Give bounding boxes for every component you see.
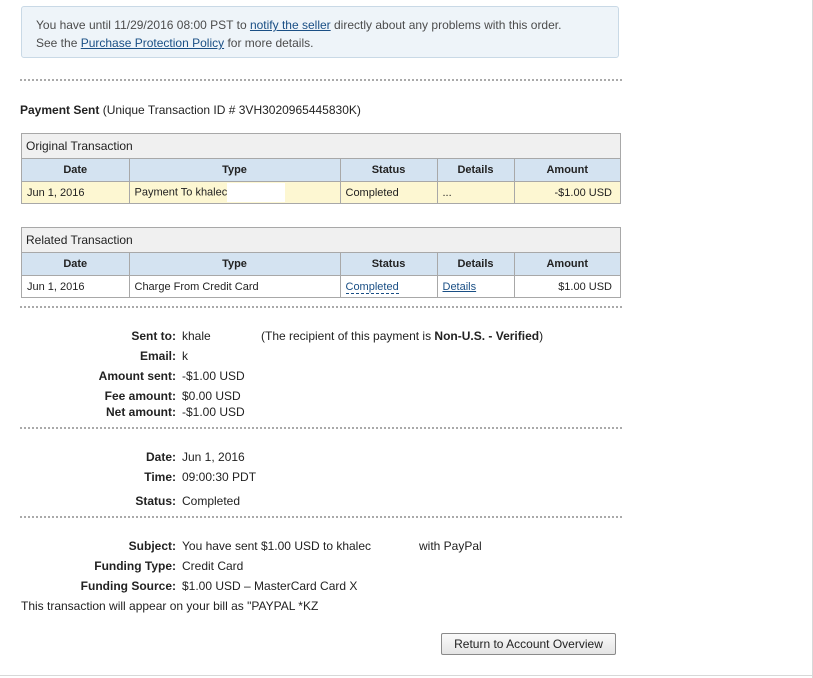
column-header-status: Status xyxy=(340,159,438,182)
divider xyxy=(20,79,622,81)
amount-sent-label: Amount sent: xyxy=(98,369,176,383)
column-header-amount: Amount xyxy=(514,253,620,276)
status-value: Completed xyxy=(182,494,241,508)
transaction-id: (Unique Transaction ID # 3VH302096544583… xyxy=(99,103,361,117)
column-header-details: Details xyxy=(437,159,515,182)
date-value: Jun 1, 2016 xyxy=(182,450,245,464)
notice-line-1: You have until 11/29/2016 08:00 PST to n… xyxy=(36,18,562,32)
sent-to-label: Sent to: xyxy=(131,329,176,343)
funding-source-label: Funding Source: xyxy=(80,579,176,593)
time-value: 09:00:30 PDT xyxy=(182,470,257,484)
cell-amount: $1.00 USD xyxy=(558,280,612,293)
cell-status: Completed xyxy=(340,181,438,203)
table-row: Jun 1, 2016 Payment To khalec Completed … xyxy=(22,181,620,203)
details-link[interactable]: Details xyxy=(443,281,477,293)
notice-line-2: See the Purchase Protection Policy for m… xyxy=(36,36,314,50)
subject-value: You have sent $1.00 USD to khalec xyxy=(182,539,372,553)
table-header-row: Date Type Status Details Amount xyxy=(22,159,620,182)
original-transaction-table: Original Transaction Date Type Status De… xyxy=(21,133,621,204)
column-header-status: Status xyxy=(340,253,438,276)
cell-details: ... xyxy=(437,181,515,203)
fee-amount-value: $0.00 USD xyxy=(182,389,241,403)
cell-amount: -$1.00 USD xyxy=(514,181,620,203)
funding-source-value: $1.00 USD – MasterCard Card X xyxy=(182,579,358,593)
time-label: Time: xyxy=(144,470,176,484)
column-header-amount: Amount xyxy=(514,159,620,182)
cell-details: Details xyxy=(437,275,515,297)
cell-date: Jun 1, 2016 xyxy=(22,275,130,297)
status-completed-link[interactable]: Completed xyxy=(345,280,399,294)
cell-status: Completed xyxy=(340,275,438,297)
recipient-status-note: (The recipient of this payment is Non-U.… xyxy=(261,329,544,343)
cell-date: Jun 1, 2016 xyxy=(22,181,130,203)
subject-tail: with PayPal xyxy=(419,539,482,553)
return-to-account-overview-button[interactable]: Return to Account Overview xyxy=(441,633,616,655)
table-caption: Related Transaction xyxy=(22,228,620,253)
protection-notice: You have until 11/29/2016 08:00 PST to n… xyxy=(21,6,619,58)
redacted-block xyxy=(227,183,286,202)
funding-type-value: Credit Card xyxy=(182,559,244,573)
notify-seller-link[interactable]: notify the seller xyxy=(250,18,331,32)
net-amount-value: -$1.00 USD xyxy=(182,405,245,419)
column-header-type: Type xyxy=(129,253,341,276)
email-value: k xyxy=(182,349,188,363)
email-label: Email: xyxy=(139,349,176,363)
sent-to-value: khale xyxy=(182,329,211,343)
column-header-date: Date xyxy=(22,159,130,182)
table-header-row: Date Type Status Details Amount xyxy=(22,253,620,276)
table-caption: Original Transaction xyxy=(22,134,620,159)
column-header-details: Details xyxy=(437,253,515,276)
amount-sent-value: -$1.00 USD xyxy=(182,369,245,383)
bill-appearance-text: This transaction will appear on your bil… xyxy=(21,599,319,613)
cell-type: Payment To khalec xyxy=(129,181,341,203)
date-label: Date: xyxy=(145,450,176,464)
table-row: Jun 1, 2016 Charge From Credit Card Comp… xyxy=(22,275,620,297)
column-header-date: Date xyxy=(22,253,130,276)
subject-label: Subject: xyxy=(128,539,176,553)
status-label: Status: xyxy=(135,494,176,508)
cell-type: Charge From Credit Card xyxy=(129,275,341,297)
column-header-type: Type xyxy=(129,159,341,182)
page-bottom-border xyxy=(0,675,813,676)
divider xyxy=(20,516,622,518)
related-transaction-table: Related Transaction Date Type Status Det… xyxy=(21,227,621,298)
funding-type-label: Funding Type: xyxy=(94,559,176,573)
page-title: Payment Sent (Unique Transaction ID # 3V… xyxy=(20,103,361,117)
divider xyxy=(20,427,622,429)
net-amount-label: Net amount: xyxy=(106,405,176,419)
purchase-protection-policy-link[interactable]: Purchase Protection Policy xyxy=(81,36,224,50)
fee-amount-label: Fee amount: xyxy=(104,389,176,403)
divider xyxy=(20,306,622,308)
